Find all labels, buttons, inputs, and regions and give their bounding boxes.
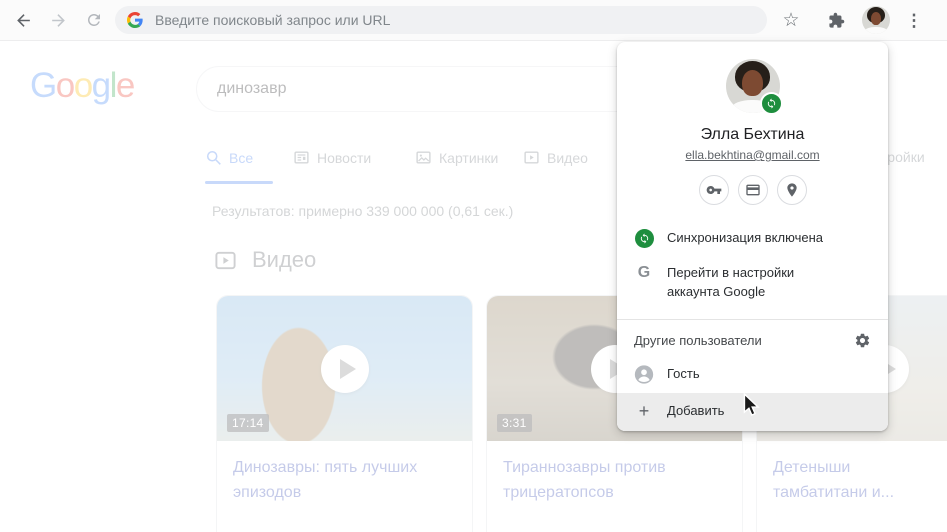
guest-row[interactable]: Гость (617, 356, 888, 393)
search-query: динозавр (217, 80, 286, 98)
star-icon: ☆ (782, 11, 799, 30)
add-user-label: Добавить (667, 402, 724, 421)
play-button[interactable] (321, 345, 369, 393)
video-thumbnail: 17:14 (217, 296, 472, 441)
video-section-title: Видео (252, 247, 316, 273)
sync-status-row[interactable]: Синхронизация включена (617, 221, 888, 256)
sync-badge-icon (760, 92, 783, 115)
credit-card-icon (745, 182, 761, 198)
refresh-button[interactable] (76, 2, 111, 38)
video-icon (523, 149, 540, 166)
google-account-settings-row[interactable]: G Перейти в настройки аккаунта Google (617, 256, 888, 310)
guest-label: Гость (667, 365, 700, 384)
tab-label: Новости (317, 150, 371, 166)
browser-toolbar: ☆ ⋮ (0, 0, 947, 41)
plus-icon: + (639, 402, 650, 420)
video-duration-badge: 3:31 (497, 414, 532, 432)
profile-avatar-button[interactable] (861, 6, 891, 34)
addresses-button[interactable] (777, 175, 807, 205)
other-users-label: Другие пользователи (634, 333, 762, 348)
location-pin-icon (784, 182, 800, 198)
google-logo-letter: o (74, 66, 92, 105)
video-section-icon (214, 249, 237, 272)
payments-button[interactable] (738, 175, 768, 205)
tab-label: Видео (547, 150, 588, 166)
back-arrow-icon (14, 11, 33, 30)
tab-all[interactable]: Все (205, 149, 253, 166)
profile-email: ella.bekhtina@gmail.com (617, 148, 888, 162)
guest-icon (634, 364, 654, 385)
search-icon (205, 149, 222, 166)
back-button[interactable] (6, 2, 41, 38)
sync-status-label: Синхронизация включена (667, 229, 823, 248)
video-card[interactable]: 17:14 Динозавры: пять лучших эпизодов (216, 295, 473, 532)
toolbar-avatar (862, 6, 890, 34)
video-duration-badge: 17:14 (227, 414, 269, 432)
google-logo-letter: g (92, 66, 110, 105)
other-users-header: Другие пользователи (617, 320, 888, 356)
google-logo: Google (30, 66, 134, 106)
video-title[interactable]: Детеныши тамбатитани и... (757, 441, 929, 521)
url-input[interactable] (153, 11, 755, 29)
video-section-header: Видео (214, 247, 316, 273)
forward-arrow-icon (49, 11, 68, 30)
refresh-icon (85, 11, 103, 29)
browser-window: ☆ ⋮ Google динозавр Все Новости (0, 0, 947, 532)
account-settings-label: Перейти в настройки аккаунта Google (667, 264, 817, 302)
tab-label: Все (229, 150, 253, 166)
google-logo-letter: e (116, 66, 134, 105)
profile-avatar (726, 59, 780, 113)
tab-videos[interactable]: Видео (523, 149, 588, 166)
profile-name: Элла Бехтина (617, 126, 888, 144)
tab-images[interactable]: Картинки (415, 149, 498, 166)
google-g-letter-icon: G (638, 265, 650, 281)
profile-menu-items: Синхронизация включена G Перейти в настр… (617, 221, 888, 431)
users-settings-button[interactable] (854, 332, 871, 349)
results-stats: Результатов: примерно 339 000 000 (0,61 … (212, 203, 513, 219)
forward-button[interactable] (41, 2, 76, 38)
images-icon (415, 149, 432, 166)
profile-shortcuts (617, 175, 888, 205)
news-icon (293, 149, 310, 166)
key-icon (706, 182, 722, 198)
sync-icon (635, 229, 654, 248)
passwords-button[interactable] (699, 175, 729, 205)
profile-menu: Элла Бехтина ella.bekhtina@gmail.com Син… (617, 42, 888, 431)
puzzle-icon (828, 12, 845, 29)
menu-button[interactable]: ⋮ (899, 12, 929, 29)
gear-icon (854, 332, 871, 349)
bookmark-star-button[interactable]: ☆ (775, 11, 807, 30)
google-logo-letter: o (56, 66, 74, 105)
add-user-row[interactable]: + Добавить (617, 393, 888, 431)
tab-news[interactable]: Новости (293, 149, 371, 166)
google-logo-letter: G (30, 66, 56, 105)
tab-label: Картинки (439, 150, 498, 166)
google-g-icon (127, 12, 143, 28)
extensions-button[interactable] (821, 12, 851, 29)
address-bar[interactable] (115, 6, 767, 34)
kebab-menu-icon: ⋮ (906, 12, 923, 29)
active-tab-underline (205, 181, 273, 184)
video-title[interactable]: Динозавры: пять лучших эпизодов (217, 441, 472, 521)
video-title[interactable]: Тираннозавры против трицератопсов (487, 441, 742, 521)
